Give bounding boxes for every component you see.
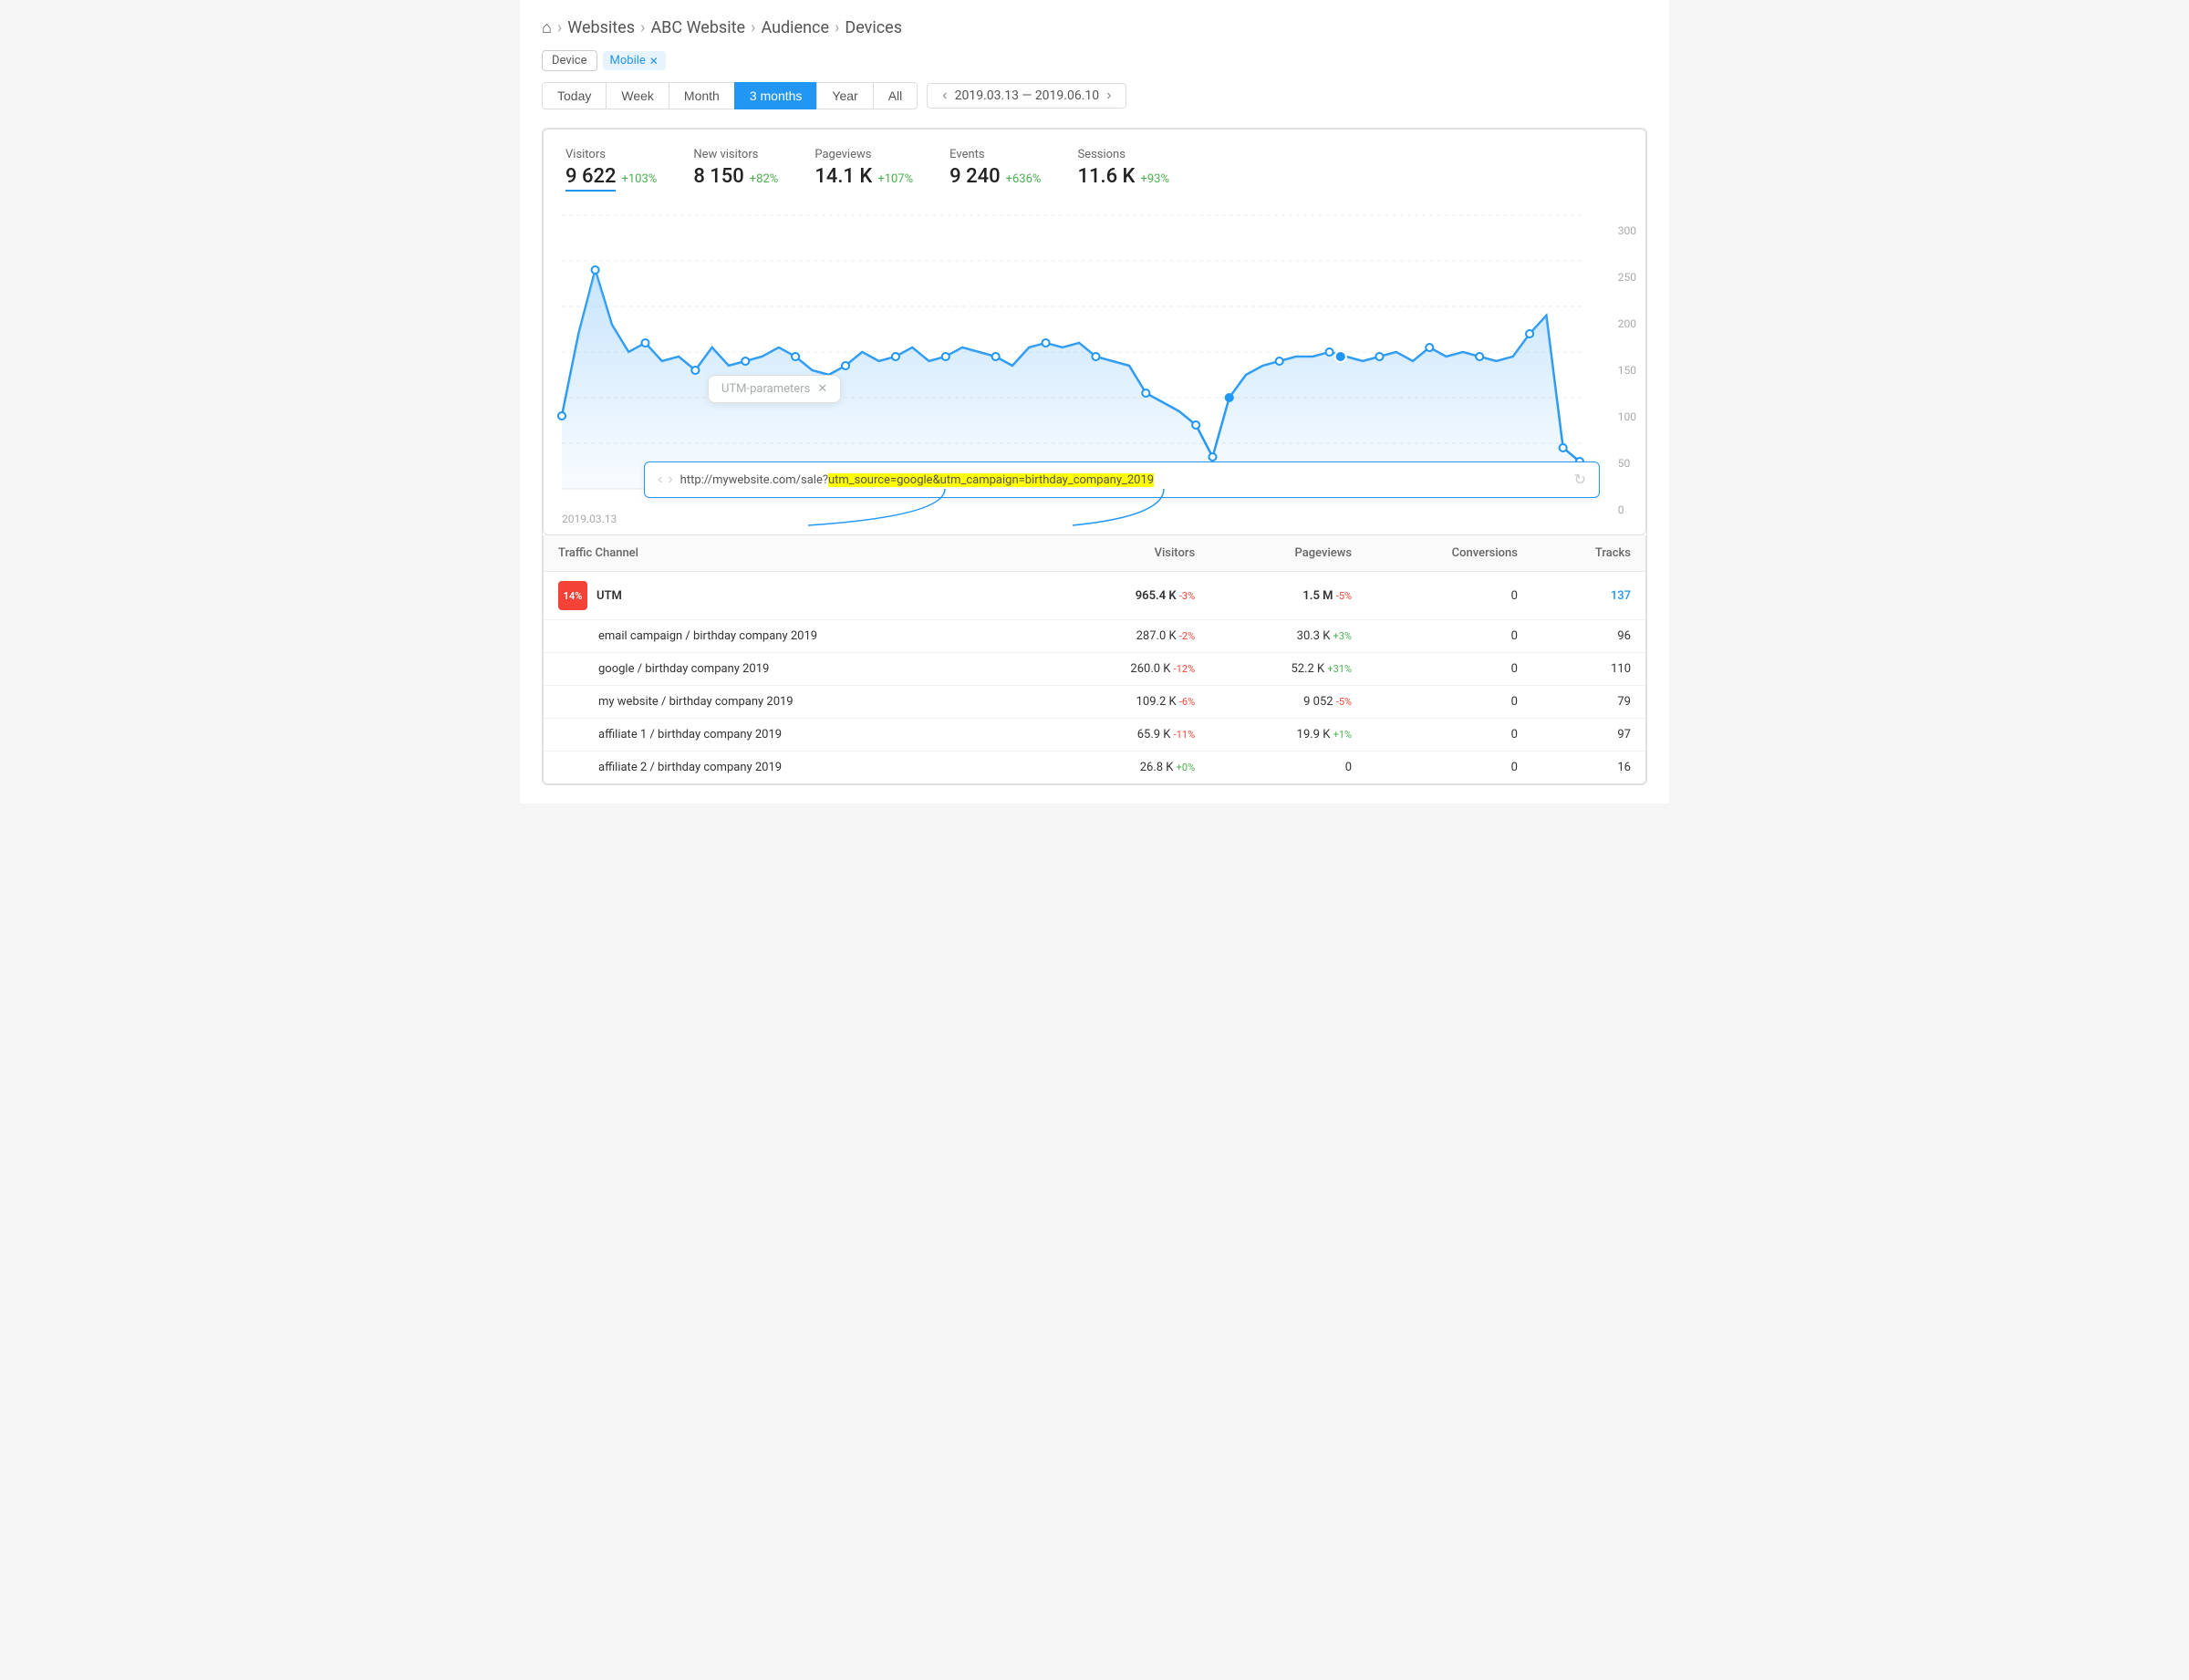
breadcrumb: ⌂ › Websites › ABC Website › Audience › … (542, 18, 1647, 37)
chart-y-labels: 300 250 200 150 100 50 0 (1618, 215, 1636, 544)
utm-visitors: 965.4 K -3% (1046, 572, 1209, 620)
traffic-table: Traffic Channel Visitors Pageviews Conve… (544, 535, 1645, 783)
table-row: google / birthday company 2019 260.0 K -… (544, 653, 1645, 686)
table-row: 14% UTM 965.4 K -3% 1.5 M -5% 0 (544, 572, 1645, 620)
breadcrumb-websites[interactable]: Websites (567, 18, 635, 37)
date-next-btn[interactable]: › (1103, 88, 1115, 104)
channel-cell: email campaign / birthday company 2019 (544, 620, 1046, 653)
stat-visitors: Visitors 9 622 +103% (565, 148, 657, 192)
row2-conversions: 0 (1366, 653, 1532, 686)
table-row: affiliate 2 / birthday company 2019 26.8… (544, 752, 1645, 784)
filter-tags: Device Mobile ✕ (542, 50, 1647, 71)
chart-x-label: 2019.03.13 (562, 513, 617, 525)
url-bar: ‹ › http://mywebsite.com/sale?utm_source… (644, 461, 1600, 498)
stat-new-visitors: New visitors 8 150 +82% (693, 148, 778, 192)
col-header-conversions: Conversions (1366, 535, 1532, 572)
row4-conversions: 0 (1366, 719, 1532, 752)
utm-tracks: 137 (1532, 572, 1645, 620)
period-today[interactable]: Today (542, 82, 606, 109)
col-header-channel: Traffic Channel (544, 535, 1046, 572)
breadcrumb-audience[interactable]: Audience (761, 18, 829, 37)
row4-tracks: 97 (1532, 719, 1645, 752)
stat-events: Events 9 240 +636% (949, 148, 1041, 192)
mobile-filter-tag[interactable]: Mobile ✕ (603, 51, 666, 70)
utm-label: UTM-parameters (721, 382, 810, 396)
remove-mobile-filter[interactable]: ✕ (649, 55, 659, 67)
row2-visitors: 260.0 K -12% (1046, 653, 1209, 686)
url-highlight: utm_source=google&utm_campaign=birthday_… (828, 473, 1154, 487)
stats-section: Visitors 9 622 +103% New visitors 8 150 … (543, 129, 1646, 535)
stat-sessions: Sessions 11.6 K +93% (1077, 148, 1169, 192)
row1-visitors: 287.0 K -2% (1046, 620, 1209, 653)
row1-pageviews: 30.3 K +3% (1209, 620, 1366, 653)
row4-visitors: 65.9 K -11% (1046, 719, 1209, 752)
channel-cell: my website / birthday company 2019 (544, 686, 1046, 719)
row3-conversions: 0 (1366, 686, 1532, 719)
data-table-section: Traffic Channel Visitors Pageviews Conve… (543, 535, 1646, 784)
utm-parameters-tag[interactable]: UTM-parameters ✕ (708, 375, 841, 403)
table-row: affiliate 1 / birthday company 2019 65.9… (544, 719, 1645, 752)
row3-pageviews: 9 052 -5% (1209, 686, 1366, 719)
row5-pageviews: 0 (1209, 752, 1366, 784)
date-range-nav: ‹ 2019.03.13 — 2019.06.10 › (927, 83, 1126, 109)
channel-cell: 14% UTM (544, 572, 1046, 620)
chart-area: 300 250 200 150 100 50 0 (544, 206, 1645, 534)
period-3months[interactable]: 3 months (734, 82, 817, 109)
row1-conversions: 0 (1366, 620, 1532, 653)
col-header-visitors: Visitors (1046, 535, 1209, 572)
line-chart-svg (562, 215, 1582, 489)
period-all[interactable]: All (873, 82, 918, 109)
stats-row: Visitors 9 622 +103% New visitors 8 150 … (565, 148, 1624, 192)
table-row: email campaign / birthday company 2019 2… (544, 620, 1645, 653)
date-prev-btn[interactable]: ‹ (939, 88, 950, 104)
row1-tracks: 96 (1532, 620, 1645, 653)
row2-tracks: 110 (1532, 653, 1645, 686)
row2-pageviews: 52.2 K +31% (1209, 653, 1366, 686)
utm-conversions: 0 (1366, 572, 1532, 620)
period-year[interactable]: Year (816, 82, 872, 109)
url-back-btn[interactable]: ‹ (658, 472, 662, 488)
utm-close-btn[interactable]: ✕ (817, 382, 827, 396)
period-bar: Today Week Month 3 months Year All ‹ 201… (542, 82, 1647, 109)
period-month[interactable]: Month (669, 82, 734, 109)
channel-cell: google / birthday company 2019 (544, 653, 1046, 686)
breadcrumb-abc[interactable]: ABC Website (650, 18, 745, 37)
row3-tracks: 79 (1532, 686, 1645, 719)
home-icon[interactable]: ⌂ (542, 18, 552, 37)
channel-cell: affiliate 2 / birthday company 2019 (544, 752, 1046, 784)
url-reload-btn[interactable]: ↻ (1574, 471, 1586, 489)
utm-badge: 14% (558, 581, 587, 610)
col-header-pageviews: Pageviews (1209, 535, 1366, 572)
row5-conversions: 0 (1366, 752, 1532, 784)
row3-visitors: 109.2 K -6% (1046, 686, 1209, 719)
date-range-label: 2019.03.13 — 2019.06.10 (955, 88, 1100, 103)
table-row: my website / birthday company 2019 109.2… (544, 686, 1645, 719)
breadcrumb-devices[interactable]: Devices (845, 18, 902, 37)
period-week[interactable]: Week (606, 82, 669, 109)
row5-tracks: 16 (1532, 752, 1645, 784)
channel-cell: affiliate 1 / birthday company 2019 (544, 719, 1046, 752)
stat-pageviews: Pageviews 14.1 K +107% (814, 148, 913, 192)
url-forward-btn[interactable]: › (668, 472, 672, 488)
url-text: http://mywebsite.com/sale?utm_source=goo… (680, 473, 1567, 487)
main-card: Visitors 9 622 +103% New visitors 8 150 … (542, 128, 1647, 785)
device-filter-tag[interactable]: Device (542, 50, 597, 71)
utm-pageviews: 1.5 M -5% (1209, 572, 1366, 620)
utm-channel-label: UTM (597, 589, 622, 603)
row5-visitors: 26.8 K +0% (1046, 752, 1209, 784)
row4-pageviews: 19.9 K +1% (1209, 719, 1366, 752)
